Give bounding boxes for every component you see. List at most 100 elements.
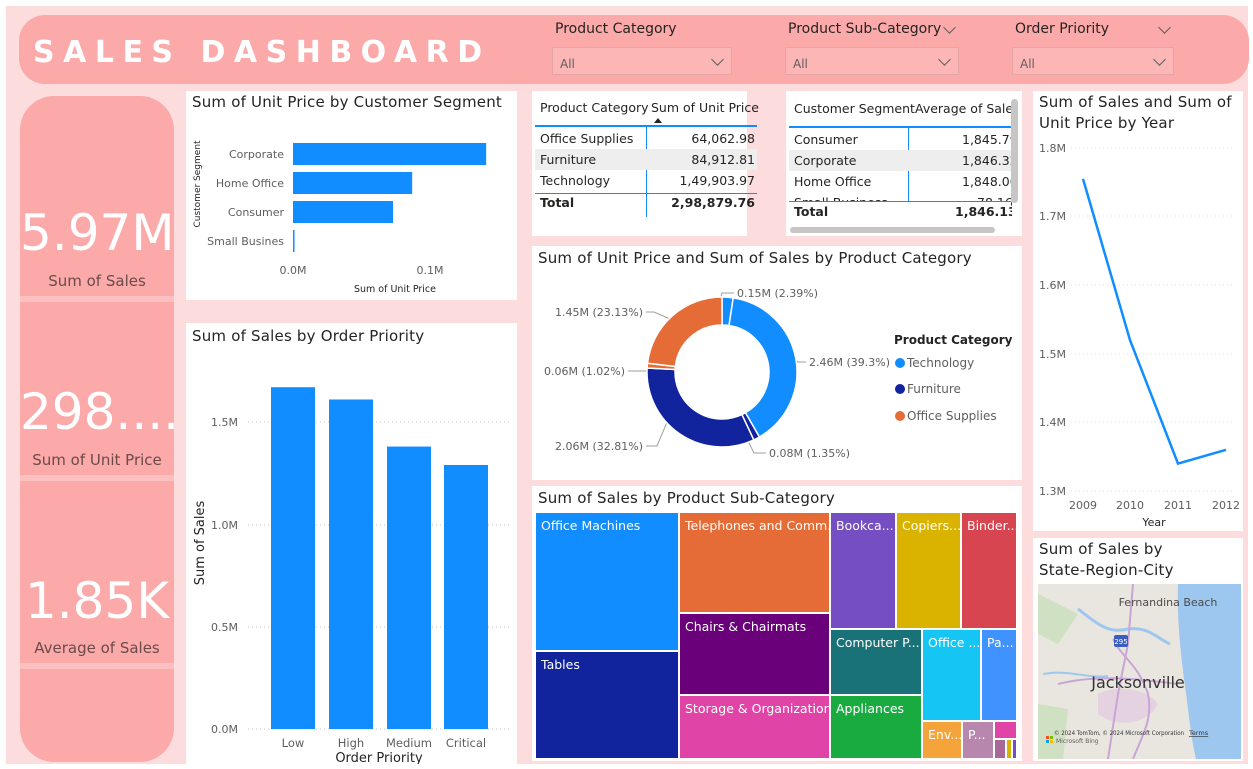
slicer-product-category[interactable]: All — [552, 47, 732, 75]
x-tick-label: 0.0M — [280, 264, 307, 277]
table-total-divider — [535, 193, 757, 194]
donut-data-label: 1.45M (23.13%) — [555, 306, 643, 319]
kpi-sum-of-unit-price-label: Sum of Unit Price — [32, 451, 162, 469]
treemap-cell[interactable]: Office Machines — [535, 512, 679, 651]
table-cell: 1,49,903.97 — [679, 173, 755, 188]
slicer-order-priority[interactable]: All — [1012, 47, 1174, 75]
donut-data-label: 2.06M (32.81%) — [555, 440, 643, 453]
x-tick-label: 2011 — [1164, 499, 1192, 512]
kpi-divider — [20, 663, 174, 669]
table-header[interactable]: Product Category — [540, 100, 649, 115]
bing-logo: Microsoft Bing — [1056, 738, 1099, 745]
y-tick-label: 0.0M — [211, 723, 238, 736]
treemap-cell[interactable]: Computer P... — [830, 629, 922, 695]
y-axis-title: Customer Segment — [193, 140, 203, 228]
bar-home-office[interactable] — [293, 172, 413, 194]
y-tick-label: 1.6M — [1039, 279, 1066, 292]
y-tick-label: 1.5M — [1039, 348, 1066, 361]
bar-corporate[interactable] — [293, 143, 487, 165]
legend-item-technology[interactable]: Technology — [906, 356, 974, 370]
treemap-cell[interactable]: Chairs & Chairmats — [679, 613, 830, 695]
treemap-label: Tables — [541, 657, 580, 672]
treemap-cell[interactable]: Office ... — [922, 629, 981, 721]
treemap-cell[interactable]: Telephones and Comm... — [679, 512, 830, 613]
table-header[interactable]: Sum of Unit Price — [651, 100, 759, 115]
y-tick-label: 1.7M — [1039, 210, 1066, 223]
treemap-label: Bookca... — [836, 518, 894, 533]
segment-table[interactable]: Customer Segment Average of Sales Consum… — [786, 91, 1022, 236]
kpi-average-of-sales-label: Average of Sales — [34, 639, 160, 657]
map-visual[interactable]: Sum of Sales by State-Region-City 295 Fe… — [1033, 538, 1243, 761]
slicer-product-category-label: Product Category — [555, 21, 677, 37]
y-axis-title: Sum of Sales — [193, 501, 208, 586]
bar-low[interactable] — [271, 387, 315, 729]
bar-critical[interactable] — [444, 464, 488, 729]
map-canvas[interactable]: 295 Fernandina Beach Jacksonville Micros… — [1038, 584, 1241, 759]
treemap-label: Binder... — [967, 518, 1017, 533]
segment-bar-plot: Customer Segment Sum of Unit Price 0.0M … — [193, 140, 487, 295]
highway-number: 295 — [1114, 638, 1127, 646]
y-tick-label: 1.0M — [211, 519, 238, 532]
treemap-chart[interactable]: Sum of Sales by Product Sub-Category Off… — [532, 486, 1022, 761]
table-header[interactable]: Customer Segment — [794, 101, 915, 116]
slicer-value: All — [560, 57, 575, 71]
treemap-cell[interactable] — [994, 721, 1017, 739]
table-cell: 1,846.32 — [962, 153, 1012, 168]
treemap-cell[interactable]: P... — [962, 721, 994, 759]
table-cell: 1,845.79 — [962, 132, 1012, 147]
bar-high[interactable] — [329, 399, 373, 729]
table-cell: 64,062.98 — [691, 131, 755, 146]
treemap-cell[interactable]: Env... — [922, 721, 962, 759]
treemap-cell[interactable]: Binder... — [961, 512, 1017, 629]
vertical-scrollbar[interactable] — [1011, 99, 1018, 203]
y-tick-label: Consumer — [228, 206, 285, 219]
kpi-sum-of-sales-label: Sum of Sales — [48, 272, 146, 290]
legend-item-office-supplies[interactable]: Office Supplies — [907, 409, 997, 423]
category-table[interactable]: Product Category Sum of Unit Price Offic… — [532, 91, 759, 236]
line-series[interactable] — [1081, 178, 1227, 466]
treemap-label: Storage & Organization — [685, 701, 830, 716]
donut-slice-furniture-sales[interactable] — [646, 367, 755, 448]
x-axis-title: Sum of Unit Price — [354, 284, 436, 295]
donut-slice-office-supplies-sales[interactable] — [646, 296, 723, 368]
table-cell: Home Office — [794, 174, 872, 189]
chevron-down-icon[interactable] — [1158, 21, 1171, 34]
table-cell: Furniture — [540, 152, 597, 167]
donut-chart[interactable]: Sum of Unit Price and Sum of Sales by Pr… — [532, 246, 1022, 480]
legend-item-furniture[interactable]: Furniture — [907, 382, 961, 396]
table-header[interactable]: Average of Sales — [915, 101, 1012, 116]
table-total-label: Total — [540, 195, 575, 210]
slicer-product-subcategory-label: Product Sub-Category — [788, 21, 942, 37]
x-tick-label: Low — [282, 736, 305, 750]
treemap-cell[interactable]: Copiers... — [896, 512, 961, 629]
bar-consumer[interactable] — [293, 201, 394, 223]
x-axis-title: Year — [1141, 516, 1166, 529]
line-chart[interactable]: Sum of Sales and Sum of Unit Price by Ye… — [1033, 91, 1243, 531]
y-tick-label: Small Busines — [207, 235, 284, 248]
treemap-label: P... — [968, 727, 986, 742]
treemap-cell[interactable]: Storage & Organization — [679, 695, 830, 759]
y-tick-label: Corporate — [229, 148, 284, 161]
bar-small-busines[interactable] — [293, 230, 295, 252]
header-bar: SALES DASHBOARD Product Category All Pro… — [19, 15, 1249, 84]
chevron-down-icon — [711, 53, 724, 66]
y-tick-label: 1.3M — [1039, 485, 1066, 498]
kpi-sum-of-unit-price-value: 298.... — [20, 383, 180, 441]
map-terms-link[interactable]: Terms — [1188, 729, 1209, 737]
horizontal-scrollbar[interactable] — [790, 227, 995, 233]
legend-marker-furniture — [895, 384, 905, 394]
priority-bar-chart[interactable]: Sum of Sales by Order Priority Sum of Sa… — [186, 323, 517, 764]
treemap-cell[interactable]: Appliances — [830, 695, 922, 759]
sort-ascending-icon[interactable] — [654, 118, 662, 123]
table-column-divider — [646, 127, 647, 217]
segment-bar-chart[interactable]: Sum of Unit Price by Customer Segment Cu… — [186, 91, 517, 300]
treemap-label: Chairs & Chairmats — [685, 619, 807, 634]
bar-medium[interactable] — [387, 446, 431, 729]
treemap-cell[interactable]: Tables — [535, 651, 679, 759]
treemap-cell[interactable] — [994, 739, 1006, 759]
treemap-cell[interactable] — [1012, 739, 1017, 759]
treemap-cell[interactable]: Pa... — [981, 629, 1017, 721]
slicer-product-subcategory[interactable]: All — [785, 47, 959, 75]
treemap-cell[interactable]: Bookca... — [830, 512, 896, 629]
chevron-down-icon[interactable] — [943, 21, 956, 34]
